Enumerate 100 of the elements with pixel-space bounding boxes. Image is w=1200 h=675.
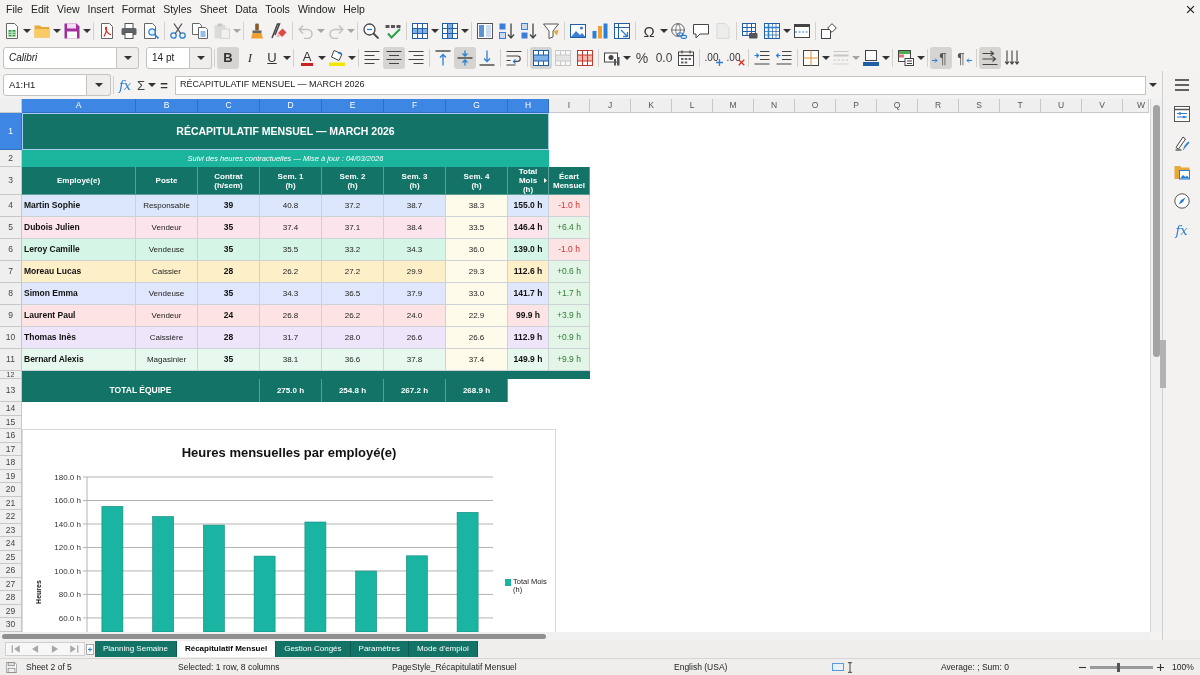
caret-icon[interactable]: [148, 83, 156, 87]
add-decimal-button[interactable]: .00: [702, 46, 724, 69]
column-header[interactable]: I: [549, 99, 590, 113]
column-header[interactable]: N: [754, 99, 795, 113]
sheet-tab[interactable]: Planning Semaine: [95, 641, 177, 657]
caret-icon[interactable]: [196, 55, 205, 60]
slider-thumb[interactable]: [1116, 662, 1120, 672]
row-header[interactable]: 14: [0, 402, 22, 416]
row-header[interactable]: 20: [0, 483, 22, 497]
right-to-left-button[interactable]: ¶: [952, 46, 974, 69]
number-format-button[interactable]: 0.0: [653, 46, 675, 69]
sheet-tab[interactable]: Mode d'emploi: [408, 641, 478, 657]
plus-icon[interactable]: [716, 58, 723, 66]
row-header[interactable]: 30: [0, 618, 22, 632]
font-size-field[interactable]: 14 pt: [146, 46, 190, 69]
text-cursor-icon[interactable]: [847, 661, 853, 673]
dropdown-button[interactable]: [190, 46, 212, 69]
column-header[interactable]: U: [1041, 99, 1082, 113]
zoom-level[interactable]: 100%: [1172, 661, 1194, 672]
row-header[interactable]: 24: [0, 537, 22, 551]
row-header[interactable]: 10: [0, 327, 22, 349]
column-header[interactable]: L: [672, 99, 713, 113]
selection-mode-icon[interactable]: [832, 663, 844, 671]
properties-icon[interactable]: [1173, 106, 1190, 122]
caret-icon[interactable]: [123, 55, 132, 60]
menu-item[interactable]: Sheet: [195, 0, 232, 18]
menu-item[interactable]: View: [53, 0, 84, 18]
row-header[interactable]: 11: [0, 349, 22, 371]
pencil-brush-icon[interactable]: [1173, 135, 1190, 151]
close-icon[interactable]: [1186, 4, 1195, 14]
caret-icon[interactable]: [917, 55, 925, 60]
menu-item[interactable]: Window: [293, 0, 340, 18]
functions-button[interactable]: fx: [1175, 222, 1188, 238]
menu-item[interactable]: Tools: [261, 0, 294, 18]
arrow-icon[interactable]: [932, 57, 938, 63]
menu-item[interactable]: File: [2, 0, 27, 18]
left-to-right-button[interactable]: ¶: [930, 46, 952, 69]
bold-button[interactable]: B: [217, 46, 239, 69]
caret-icon[interactable]: [431, 29, 439, 33]
row-header[interactable]: 22: [0, 510, 22, 524]
font-color-button[interactable]: A: [296, 46, 318, 69]
dropdown-button[interactable]: [87, 74, 111, 96]
row-header[interactable]: 6: [0, 239, 22, 261]
caret-icon[interactable]: [348, 55, 356, 60]
row-header[interactable]: 3: [0, 167, 22, 195]
special-character-button[interactable]: Ω: [638, 20, 660, 42]
column-header[interactable]: P: [836, 99, 877, 113]
scrollbar-thumb[interactable]: [1153, 105, 1160, 357]
caret-icon[interactable]: [822, 55, 830, 60]
column-header[interactable]: Q: [877, 99, 918, 113]
column-header[interactable]: C: [198, 99, 260, 113]
scrollbar-thumb[interactable]: [2, 633, 546, 639]
gallery-folder-icon[interactable]: [1173, 164, 1190, 180]
column-header[interactable]: K: [631, 99, 672, 113]
compass-icon[interactable]: [1173, 193, 1190, 209]
caret-icon[interactable]: [23, 29, 31, 33]
row-header[interactable]: 8: [0, 283, 22, 305]
row-header[interactable]: 26: [0, 564, 22, 578]
column-header[interactable]: H: [508, 99, 549, 113]
sheet-tab[interactable]: Paramètres: [350, 641, 409, 657]
row-header[interactable]: 1: [0, 113, 22, 150]
caret-icon[interactable]: [882, 55, 890, 60]
caret-icon[interactable]: [1149, 83, 1157, 87]
row-header[interactable]: 7: [0, 261, 22, 283]
menu-item[interactable]: Help: [339, 0, 369, 18]
sheet-tab[interactable]: Récapitulatif Mensuel: [176, 641, 277, 657]
caret-icon[interactable]: [623, 55, 631, 60]
caret-icon[interactable]: [318, 55, 326, 60]
dropdown-button[interactable]: [117, 46, 139, 69]
page-style[interactable]: PageStyle_Récapitulatif Mensuel: [392, 661, 517, 672]
sheet-tab[interactable]: Gestion Congés: [276, 641, 351, 657]
row-header[interactable]: 2: [0, 150, 22, 167]
column-header[interactable]: G: [446, 99, 508, 113]
cross-icon[interactable]: [738, 58, 745, 66]
column-header[interactable]: S: [959, 99, 1000, 113]
caret-icon[interactable]: [94, 83, 103, 87]
row-header[interactable]: 4: [0, 195, 22, 217]
name-box[interactable]: A1:H1: [3, 74, 87, 96]
column-header[interactable]: E: [322, 99, 384, 113]
menu-icon[interactable]: [1173, 77, 1190, 93]
arrow-icon[interactable]: [966, 57, 972, 63]
language-status[interactable]: English (USA): [674, 661, 728, 672]
formula-input[interactable]: RÉCAPITULATIF MENSUEL — MARCH 2026: [175, 75, 1146, 95]
column-header[interactable]: O: [795, 99, 836, 113]
column-header[interactable]: F: [384, 99, 446, 113]
column-header[interactable]: J: [590, 99, 631, 113]
row-header[interactable]: 18: [0, 456, 22, 470]
caret-icon[interactable]: [53, 29, 61, 33]
menu-item[interactable]: Format: [117, 0, 160, 18]
vertical-scrollbar[interactable]: [1150, 99, 1162, 632]
row-header[interactable]: 28: [0, 591, 22, 605]
column-header[interactable]: W: [1123, 99, 1149, 113]
caret-icon[interactable]: [783, 29, 791, 33]
column-header[interactable]: V: [1082, 99, 1123, 113]
add-sheet-icon[interactable]: [86, 643, 94, 655]
italic-button[interactable]: I: [239, 46, 261, 69]
menu-item[interactable]: Data: [231, 0, 262, 18]
column-header[interactable]: D: [260, 99, 322, 113]
document-status-icon[interactable]: [6, 661, 17, 673]
row-header[interactable]: 16: [0, 429, 22, 443]
